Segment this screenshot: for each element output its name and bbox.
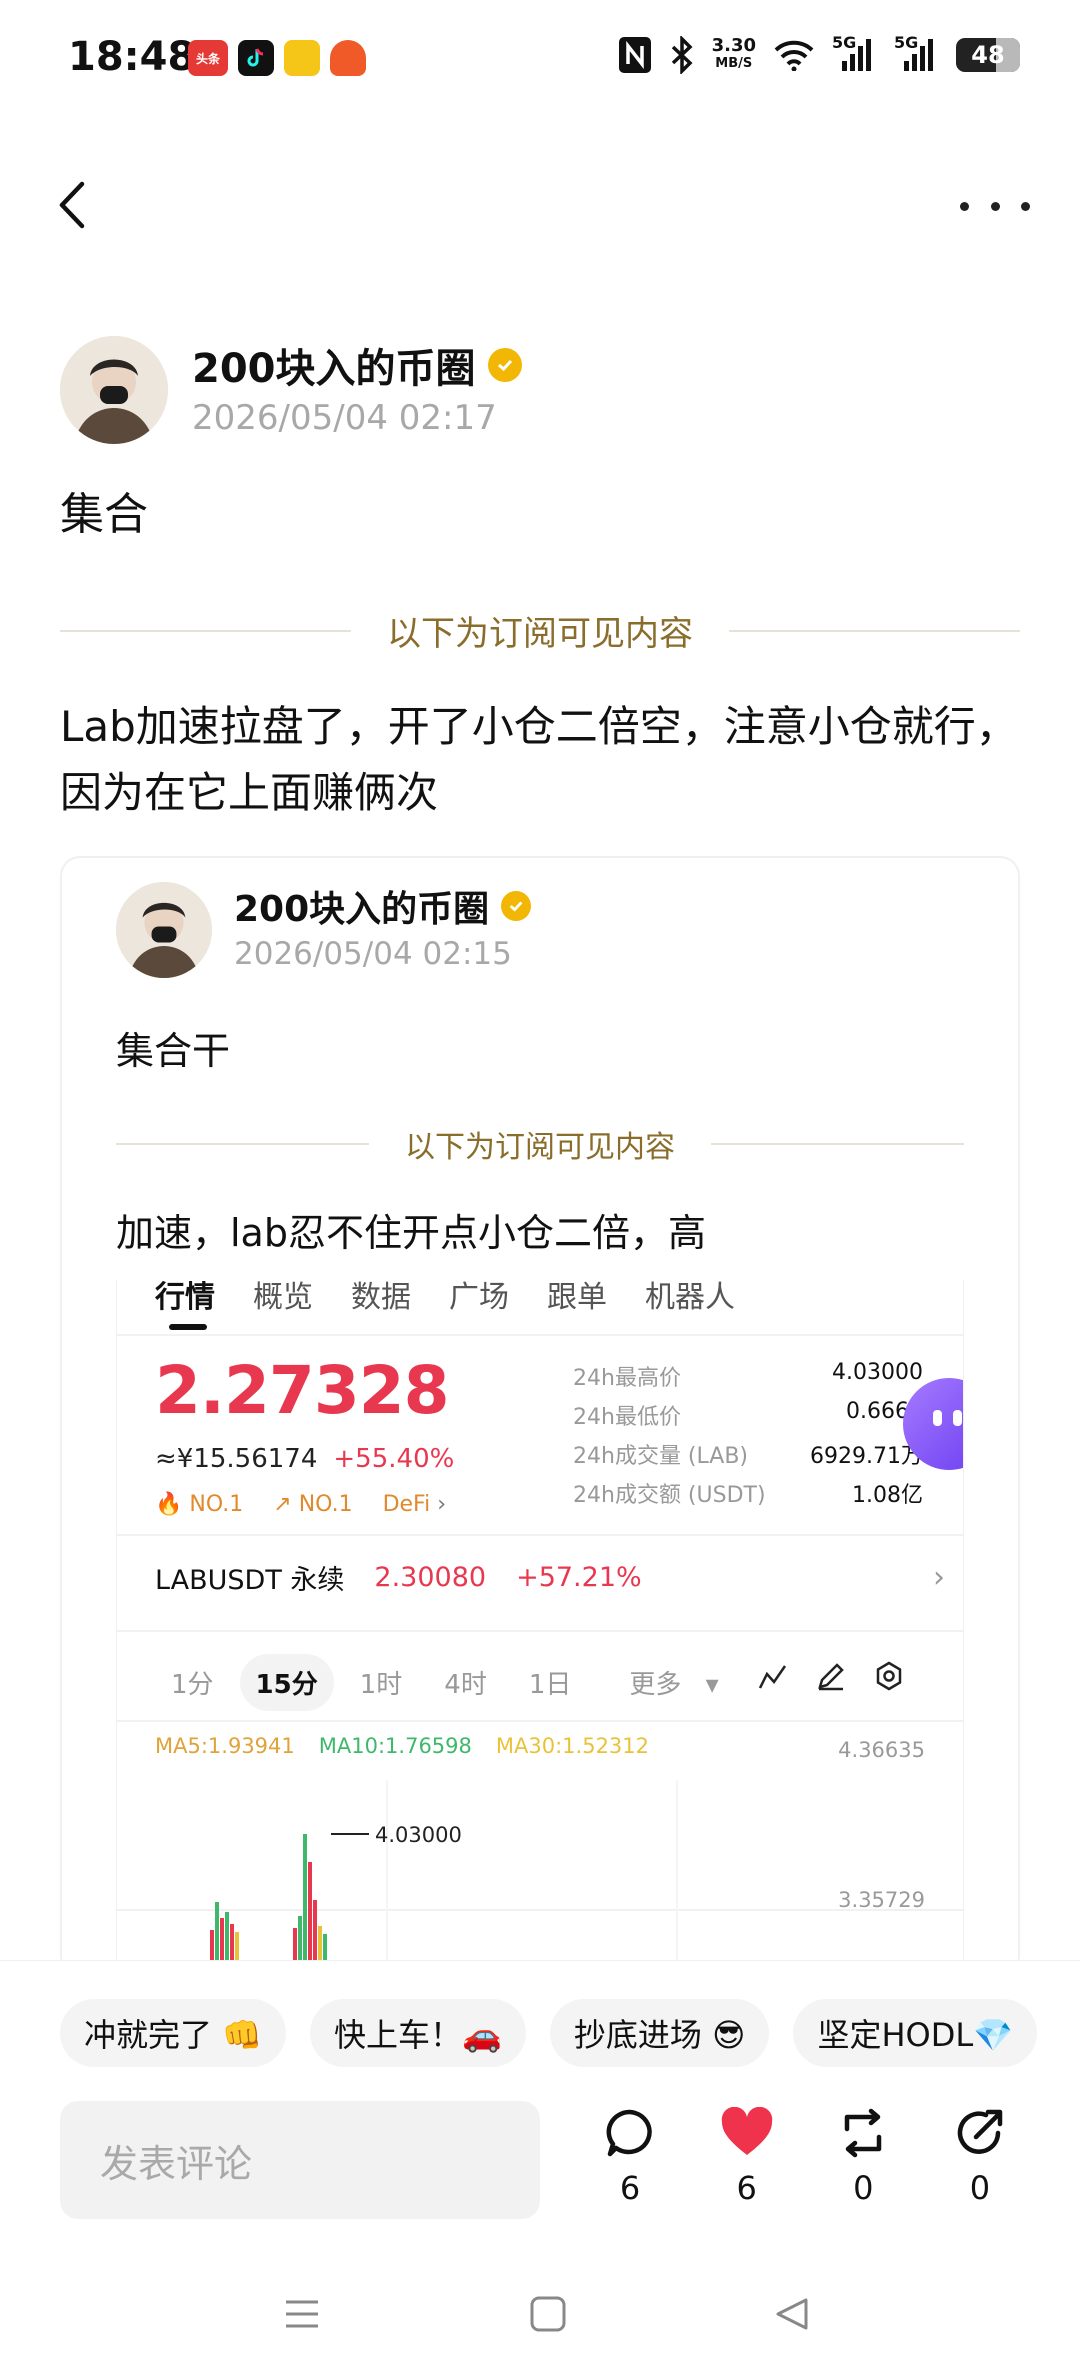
repost-icon <box>845 2108 882 2158</box>
moving-average-legend: MA5:1.93941 MA10:1.76598 MA30:1.52312 <box>155 1734 650 1758</box>
stat-row: 24h最高价 4.03000 <box>573 1360 923 1391</box>
verified-badge-icon <box>487 348 522 382</box>
quick-reply-chip[interactable]: 抄底进场 😎 <box>549 1999 770 2067</box>
signal-icon: 5G <box>832 33 876 73</box>
candlestick-chart: 4.03000 <box>117 1780 963 1974</box>
subscriber-divider-label: 以下为订阅可见内容 <box>387 614 693 654</box>
quoted-author-name[interactable]: 200块入的币圈 <box>234 880 532 932</box>
screenshot-tab: 数据 <box>351 1280 411 1315</box>
like-button[interactable]: 6 <box>707 2107 787 2207</box>
pencil-icon <box>818 1663 844 1691</box>
post-body: Lab加速拉盘了，开了小仓二倍空，注意小仓就行，因为在它上面赚俩次 <box>60 702 1018 817</box>
author-name[interactable]: 200块入的币圈 <box>192 336 522 394</box>
notification-icons: 头条 <box>188 40 366 76</box>
quick-reply-chip[interactable]: 快上车！🚗 <box>310 1999 526 2067</box>
home-icon[interactable] <box>528 2294 568 2334</box>
chevron-right-icon: › <box>933 1560 945 1595</box>
price-axis-label: 4.36635 <box>838 1738 925 1762</box>
more-options-button[interactable] <box>960 176 1030 236</box>
quick-reply-chips: 冲就完了 👊 快上车！🚗 抄底进场 😎 坚定HODL💎 <box>60 1999 1038 2067</box>
comment-input[interactable]: 发表评论 <box>60 2101 540 2219</box>
market-screenshot[interactable]: 行情 概览 数据 广场 跟单 机器人 2.27328 ≈¥15.56174 +55… <box>116 1280 964 1974</box>
nfc-icon <box>618 37 651 73</box>
author-name-text: 200块入的币圈 <box>192 346 476 392</box>
quoted-post-card[interactable]: 200块入的币圈 2026/05/04 02:15 集合干 以下为订阅可见内容 … <box>60 856 1020 1976</box>
subscriber-divider: 以下为订阅可见内容 <box>60 606 1020 655</box>
wifi-icon <box>774 40 814 71</box>
ranking-tags: 🔥 NO.1 ↗ NO.1 DeFi › <box>155 1492 446 1517</box>
post-title: 集合 <box>60 489 148 540</box>
quoted-subscriber-divider: 以下为订阅可见内容 <box>116 1122 964 1166</box>
cny-price-line: ≈¥15.56174 +55.40% <box>155 1444 454 1474</box>
network-speed: 3.30 MB/S <box>711 35 756 72</box>
screenshot-tab: 概览 <box>253 1280 313 1315</box>
perpetual-row: LABUSDT 永续 2.30080 +57.21% › <box>155 1560 945 1596</box>
toutiao-icon: 头条 <box>188 40 228 76</box>
heart-icon <box>721 2107 772 2155</box>
settings-icon <box>876 1661 902 1691</box>
author-avatar[interactable] <box>60 336 168 444</box>
photo-app-icon <box>284 40 320 76</box>
stat-row: 24h最低价 0.6664 <box>573 1399 923 1430</box>
screenshot-tabs: 行情 概览 数据 广场 跟单 机器人 <box>155 1280 735 1315</box>
menu-icon[interactable] <box>282 2294 322 2334</box>
verified-badge-icon <box>501 891 532 921</box>
divider <box>117 1334 963 1336</box>
status-indicators: 3.30 MB/S 5G 5G 48 <box>618 33 1020 74</box>
quoted-post-title: 集合干 <box>116 1029 231 1073</box>
douyin-icon <box>238 40 274 76</box>
system-navigation-bar <box>0 2260 1080 2376</box>
quoted-author-avatar[interactable] <box>116 882 212 978</box>
stat-row: 24h成交额 (USDT) 1.08亿 <box>573 1483 923 1508</box>
stat-row: 24h成交量 (LAB) 6929.71万 <box>573 1444 923 1469</box>
screenshot-tab: 跟单 <box>547 1280 607 1315</box>
indicator-icon <box>758 1665 787 1689</box>
cny-price: ≈¥15.56174 <box>155 1444 318 1474</box>
last-price: 2.27328 <box>155 1352 450 1429</box>
divider <box>117 1534 963 1536</box>
status-bar: 18:48 头条 3.30 MB/S 5G 5G 48 <box>0 0 1080 110</box>
divider <box>117 1720 963 1722</box>
hot-rank-tag: 🔥 NO.1 <box>155 1492 244 1517</box>
quick-reply-chip[interactable]: 冲就完了 👊 <box>60 1999 287 2067</box>
comment-icon <box>606 2109 652 2157</box>
status-time: 18:48 <box>68 34 196 80</box>
chevron-left-icon <box>59 181 85 229</box>
more-dot-icon <box>990 201 1000 211</box>
trend-rank-tag: ↗ NO.1 <box>273 1492 353 1517</box>
sector-tag: DeFi › <box>382 1492 447 1517</box>
interval-selector: 1分 15分 1时 4时 1日 更多 ▾ <box>155 1654 735 1711</box>
bluetooth-icon <box>671 36 693 74</box>
back-triangle-icon[interactable] <box>772 2294 812 2334</box>
share-icon <box>957 2109 1003 2154</box>
price-change: +55.40% <box>333 1444 455 1474</box>
stats-panel: 24h最高价 4.03000 24h最低价 0.6664 24h成交量 (LAB) 6… <box>573 1360 923 1516</box>
chart-tools <box>757 1660 905 1692</box>
quoted-post-timestamp: 2026/05/04 02:15 <box>234 936 512 972</box>
quoted-divider-label: 以下为订阅可见内容 <box>405 1130 675 1165</box>
screenshot-tab: 行情 <box>155 1280 215 1315</box>
signal-icon: 5G <box>894 33 938 73</box>
screenshot-tab: 广场 <box>449 1280 509 1315</box>
screenshot-tab: 机器人 <box>645 1280 735 1315</box>
more-dot-icon <box>1021 201 1030 211</box>
share-button[interactable]: 0 <box>940 2107 1020 2207</box>
svg-text:4.03000: 4.03000 <box>375 1823 462 1847</box>
game-app-icon <box>330 40 366 76</box>
comment-button[interactable]: 6 <box>590 2107 670 2207</box>
post-actions: 6 6 0 0 <box>590 2107 1020 2207</box>
more-dot-icon <box>960 201 969 211</box>
back-button[interactable] <box>56 170 106 240</box>
active-tab-indicator <box>169 1324 207 1330</box>
quoted-author-name-text: 200块入的币圈 <box>234 889 490 930</box>
repost-button[interactable]: 0 <box>823 2107 903 2207</box>
divider <box>117 1630 963 1632</box>
post-timestamp: 2026/05/04 02:17 <box>192 398 497 438</box>
quoted-post-body: 加速，lab忍不住开点小仓二倍，高 <box>116 1211 706 1255</box>
quick-reply-chip[interactable]: 坚定HODL💎 <box>793 1999 1038 2067</box>
battery-icon: 48 <box>956 38 1020 72</box>
